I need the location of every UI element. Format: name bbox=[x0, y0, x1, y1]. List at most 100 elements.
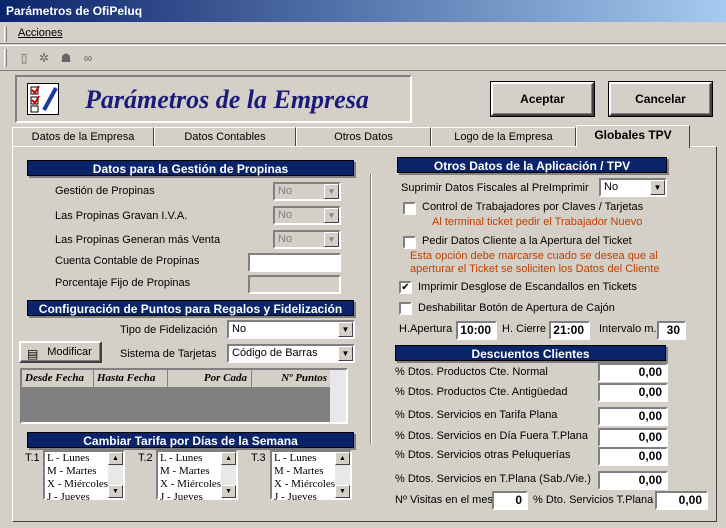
tab-datos-contables[interactable]: Datos Contables bbox=[154, 127, 296, 147]
dto-servicios-tplana-label: % Dtos. Servicios en Tarifa Plana bbox=[395, 409, 558, 421]
list-item[interactable]: M - Martes bbox=[47, 465, 97, 478]
binoculars-icon[interactable]: ∞ bbox=[80, 50, 96, 66]
chevron-down-icon: ▼ bbox=[338, 322, 353, 337]
col-desde-fecha: Desde Fecha bbox=[22, 370, 94, 387]
title-bar: Parámetros de OfiPeluq bbox=[0, 0, 726, 22]
menu-acciones[interactable]: Acciones bbox=[18, 27, 63, 39]
list-item[interactable]: J - Jueves bbox=[274, 491, 317, 504]
list-item[interactable]: J - Jueves bbox=[160, 491, 203, 504]
visitas-label: Nº Visitas en el mes bbox=[395, 494, 493, 506]
window-title: Parámetros de OfiPeluq bbox=[6, 4, 143, 18]
list-item[interactable]: M - Martes bbox=[274, 465, 324, 478]
sistema-tarjetas-select[interactable]: Código de Barras ▼ bbox=[227, 344, 355, 363]
propinas-venta-select[interactable]: No ▼ bbox=[273, 230, 341, 249]
list-scrollbar[interactable]: ▲ ▼ bbox=[108, 452, 123, 498]
list-scrollbar[interactable]: ▲ ▼ bbox=[221, 452, 236, 498]
cancelar-button[interactable]: Cancelar bbox=[608, 81, 713, 117]
toolbar-grip bbox=[4, 49, 7, 67]
col-por-cada: Por Cada bbox=[168, 370, 252, 387]
apertura-label: H.Apertura bbox=[399, 323, 453, 335]
dto-tplana-input[interactable]: 0,00 bbox=[655, 491, 708, 510]
porcentaje-propinas-input[interactable] bbox=[248, 275, 341, 294]
list-item[interactable]: L - Lunes bbox=[274, 452, 316, 465]
scroll-up-icon[interactable]: ▲ bbox=[108, 452, 123, 465]
deshabilitar-cajon-label: Deshabilitar Botón de Apertura de Cajón bbox=[418, 302, 615, 314]
list-item[interactable]: M - Martes bbox=[160, 465, 210, 478]
col-hasta-fecha: Hasta Fecha bbox=[94, 370, 168, 387]
propinas-venta-label: Las Propinas Generan más Venta bbox=[55, 234, 221, 246]
dto-servicios-otras-input[interactable]: 0,00 bbox=[598, 447, 668, 466]
scroll-up-icon[interactable]: ▲ bbox=[335, 452, 350, 465]
t1-day-list[interactable]: L - Lunes M - Martes X - Miércoles J - J… bbox=[43, 450, 125, 503]
aceptar-button[interactable]: Aceptar bbox=[490, 81, 595, 117]
dto-productos-normal-input[interactable]: 0,00 bbox=[598, 363, 668, 382]
chevron-down-icon: ▼ bbox=[324, 232, 339, 247]
tipo-fidelizacion-select[interactable]: No ▼ bbox=[227, 320, 355, 339]
people-icon[interactable]: ☗ bbox=[58, 50, 74, 66]
list-item[interactable]: L - Lunes bbox=[160, 452, 202, 465]
tab-globales-tpv[interactable]: Globales TPV bbox=[576, 125, 690, 148]
gestion-propinas-label: Gestión de Propinas bbox=[55, 185, 155, 197]
list-item[interactable]: X - Miércoles bbox=[274, 478, 335, 491]
t1-label: T.1 bbox=[25, 452, 40, 464]
scroll-down-icon[interactable]: ▼ bbox=[221, 485, 236, 498]
dto-servicios-sabvie-input[interactable]: 0,00 bbox=[598, 471, 668, 490]
tipo-fidelizacion-label: Tipo de Fidelización bbox=[120, 324, 218, 336]
intervalo-input[interactable]: 30 bbox=[657, 321, 686, 340]
t2-label: T.2 bbox=[138, 452, 153, 464]
t3-day-list[interactable]: L - Lunes M - Martes X - Miércoles J - J… bbox=[270, 450, 352, 503]
cierre-input[interactable]: 21:00 bbox=[549, 321, 590, 340]
propinas-iva-select[interactable]: No ▼ bbox=[273, 206, 341, 225]
puntos-table[interactable]: Desde Fecha Hasta Fecha Por Cada Nº Punt… bbox=[20, 368, 348, 424]
deshabilitar-cajon-checkbox[interactable] bbox=[399, 302, 412, 315]
chevron-down-icon: ▼ bbox=[338, 346, 353, 361]
checklist-icon bbox=[27, 83, 59, 115]
modificar-button[interactable]: ▤ Modificar bbox=[19, 341, 102, 363]
dto-servicios-tplana-input[interactable]: 0,00 bbox=[598, 407, 668, 426]
chevron-down-icon: ▼ bbox=[324, 184, 339, 199]
pedir-datos-checkbox[interactable] bbox=[403, 236, 416, 249]
propinas-section-title: Datos para la Gestión de Propinas bbox=[27, 160, 354, 176]
visitas-input[interactable]: 0 bbox=[492, 491, 528, 510]
dto-tplana-label: % Dto. Servicios T.Plana bbox=[533, 494, 654, 506]
porcentaje-propinas-label: Porcentaje Fijo de Propinas bbox=[55, 277, 191, 289]
dto-servicios-fuera-input[interactable]: 0,00 bbox=[598, 428, 668, 447]
scroll-up-icon[interactable]: ▲ bbox=[221, 452, 236, 465]
control-trabajadores-label: Control de Trabajadores por Claves / Tar… bbox=[422, 201, 644, 213]
cuenta-propinas-label: Cuenta Contable de Propinas bbox=[55, 255, 200, 267]
control-trabajadores-checkbox[interactable] bbox=[403, 202, 416, 215]
scroll-down-icon[interactable]: ▼ bbox=[335, 485, 350, 498]
descuentos-section-title: Descuentos Clientes bbox=[395, 345, 666, 361]
list-scrollbar[interactable]: ▲ ▼ bbox=[335, 452, 350, 498]
suprimir-select[interactable]: No ▼ bbox=[599, 178, 667, 197]
list-item[interactable]: L - Lunes bbox=[47, 452, 89, 465]
gear-icon[interactable]: ✲ bbox=[36, 50, 52, 66]
table-scrollbar[interactable] bbox=[330, 370, 346, 422]
t2-day-list[interactable]: L - Lunes M - Martes X - Miércoles J - J… bbox=[156, 450, 238, 503]
scroll-down-icon[interactable]: ▼ bbox=[108, 485, 123, 498]
menu-grip bbox=[4, 26, 7, 42]
tab-datos-empresa[interactable]: Datos de la Empresa bbox=[12, 127, 154, 147]
otros-section-title: Otros Datos de la Aplicación / TPV bbox=[397, 157, 667, 173]
dto-productos-normal-label: % Dtos. Productos Cte. Normal bbox=[395, 366, 548, 378]
modificar-label: Modificar bbox=[47, 346, 92, 358]
toolbar: ▯ ✲ ☗ ∞ bbox=[0, 45, 726, 71]
apertura-input[interactable]: 10:00 bbox=[456, 321, 497, 340]
list-item[interactable]: X - Miércoles bbox=[47, 478, 108, 491]
column-divider bbox=[370, 174, 372, 444]
imprimir-desglose-checkbox[interactable]: ✔ bbox=[399, 281, 412, 294]
tab-otros-datos[interactable]: Otros Datos bbox=[296, 127, 431, 147]
list-item[interactable]: J - Jueves bbox=[47, 491, 90, 504]
dto-servicios-otras-label: % Dtos. Servicios otras Peluquerías bbox=[395, 449, 571, 461]
propinas-iva-label: Las Propinas Gravan I.V.A. bbox=[55, 210, 188, 222]
gestion-propinas-select[interactable]: No ▼ bbox=[273, 182, 341, 201]
page-title: Parámetros de la Empresa bbox=[85, 85, 369, 114]
dto-servicios-fuera-label: % Dtos. Servicios en Día Fuera T.Plana bbox=[395, 430, 588, 442]
list-item[interactable]: X - Miércoles bbox=[160, 478, 221, 491]
tab-logo-empresa[interactable]: Logo de la Empresa bbox=[431, 127, 576, 147]
dto-productos-antiguedad-input[interactable]: 0,00 bbox=[598, 383, 668, 402]
document-icon[interactable]: ▯ bbox=[16, 50, 32, 66]
imprimir-desglose-label: Imprimir Desglose de Escandallos en Tick… bbox=[418, 281, 637, 293]
cuenta-propinas-input[interactable] bbox=[248, 253, 341, 272]
col-num-puntos: Nº Puntos bbox=[252, 370, 332, 387]
